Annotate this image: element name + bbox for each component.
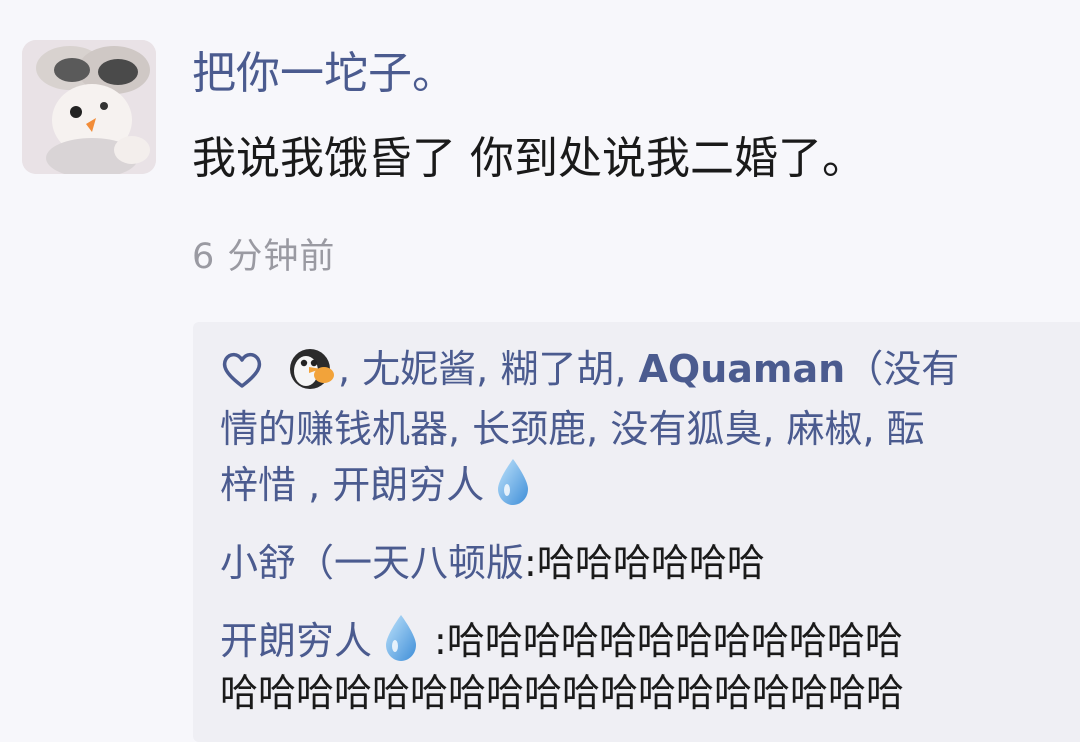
likes-list: , 尢妮酱, 糊了胡, AQuaman（没有 — [220, 340, 959, 398]
comment-author[interactable]: 开朗穷人 — [220, 619, 372, 663]
post-timestamp: 6 分钟前 — [192, 237, 336, 277]
post-card: 把你一坨子。 我说我饿昏了 你到处说我二婚了。 6 分钟前 , 尢妮酱, 糊了胡… — [0, 0, 1080, 742]
liker-name-aquaman[interactable]: AQuaman — [638, 347, 845, 391]
post-author-name[interactable]: 把你一坨子。 — [192, 44, 456, 104]
post-content: 我说我饿昏了 你到处说我二婚了。 — [192, 133, 866, 184]
comment-text-continued: 哈哈哈哈哈哈哈哈哈哈哈哈哈哈哈哈哈哈 — [220, 671, 905, 715]
comment-separator: : — [524, 541, 537, 585]
droplet-emoji-icon — [494, 457, 532, 507]
comment-author[interactable]: 小舒（一天八顿版 — [220, 541, 524, 585]
comment-text: 哈哈哈哈哈哈 — [536, 541, 765, 585]
penguin-emoji-icon[interactable] — [286, 345, 338, 391]
avatar-image — [22, 40, 156, 174]
heart-outline-icon[interactable] — [220, 348, 264, 388]
likes-names-line-3-row: 梓惜 , 开朗穷人 — [220, 456, 532, 514]
comment-item[interactable]: 小舒（一天八顿版:哈哈哈哈哈哈 — [220, 534, 765, 592]
likes-names-line-1-tail[interactable]: （没有 — [845, 347, 959, 391]
likes-names-line-1[interactable]: , 尢妮酱, 糊了胡, — [338, 347, 638, 391]
droplet-emoji-icon — [382, 613, 420, 663]
comment-separator: : — [434, 619, 447, 663]
likes-names-line-3[interactable]: 梓惜 , 开朗穷人 — [220, 463, 484, 507]
comment-item[interactable]: 开朗穷人 :哈哈哈哈哈哈哈哈哈哈哈哈 — [220, 612, 903, 670]
comment-text: 哈哈哈哈哈哈哈哈哈哈哈哈 — [446, 619, 903, 663]
avatar[interactable] — [22, 40, 156, 174]
likes-names-line-2[interactable]: 情的赚钱机器, 长颈鹿, 没有狐臭, 麻椒, 酝 — [220, 400, 925, 458]
